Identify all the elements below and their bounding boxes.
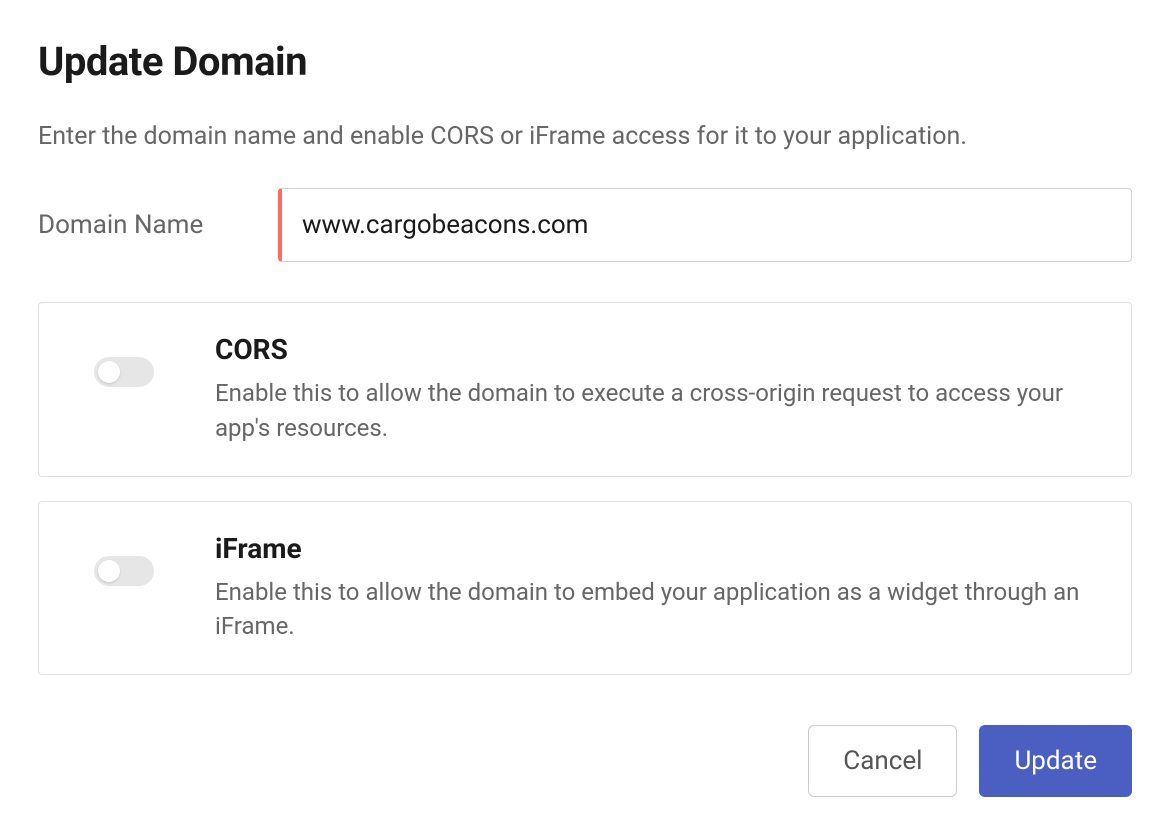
iframe-option-card: iFrame Enable this to allow the domain t… — [38, 501, 1132, 676]
iframe-toggle-wrap — [69, 532, 179, 586]
cors-option-card: CORS Enable this to allow the domain to … — [38, 302, 1132, 477]
cors-description: Enable this to allow the domain to execu… — [215, 376, 1101, 446]
cors-toggle[interactable] — [94, 357, 154, 387]
iframe-toggle[interactable] — [94, 556, 154, 586]
domain-name-label: Domain Name — [38, 210, 238, 240]
domain-name-row: Domain Name — [38, 188, 1132, 262]
iframe-description: Enable this to allow the domain to embed… — [215, 575, 1101, 645]
update-button[interactable]: Update — [979, 725, 1132, 797]
iframe-content: iFrame Enable this to allow the domain t… — [215, 532, 1101, 645]
iframe-title: iFrame — [215, 532, 1101, 565]
page-title: Update Domain — [38, 38, 1132, 85]
cors-toggle-wrap — [69, 333, 179, 387]
cors-title: CORS — [215, 333, 1101, 366]
toggle-knob — [98, 361, 120, 383]
domain-name-input[interactable] — [278, 188, 1132, 262]
page-description: Enter the domain name and enable CORS or… — [38, 119, 1132, 154]
button-row: Cancel Update — [38, 725, 1132, 797]
cancel-button[interactable]: Cancel — [808, 725, 957, 797]
cors-content: CORS Enable this to allow the domain to … — [215, 333, 1101, 446]
toggle-knob — [98, 560, 120, 582]
